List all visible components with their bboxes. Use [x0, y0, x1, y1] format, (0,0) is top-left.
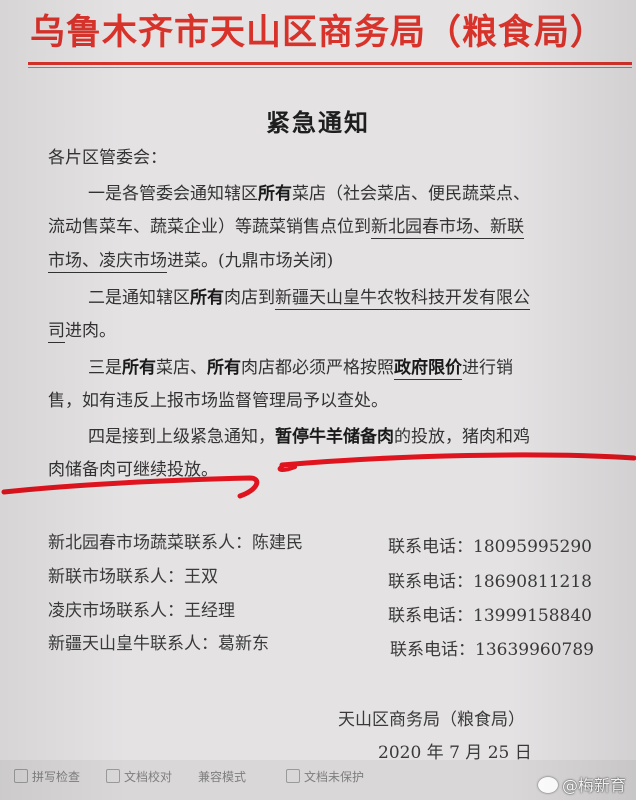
status-proofread[interactable]: 文档校对	[106, 768, 172, 785]
weibo-watermark: @梅新育	[537, 772, 626, 796]
contact-name-1: 新北园春市场蔬菜联系人：陈建民	[48, 533, 303, 553]
proofread-icon	[106, 769, 120, 783]
status-protection[interactable]: 文档未保护	[286, 768, 364, 785]
protection-icon	[286, 769, 300, 783]
contact-phone-1: 联系电话：18095995290	[388, 537, 592, 557]
signature-org: 天山区商务局（粮食局）	[338, 710, 525, 730]
contact-name-2: 新联市场联系人：王双	[48, 567, 218, 587]
contact-name-4: 新疆天山皇牛联系人：葛新东	[48, 634, 269, 654]
spellcheck-icon	[14, 769, 28, 783]
red-marker-stroke	[1, 452, 636, 499]
contact-phone-2: 联系电话：18690811218	[388, 572, 592, 592]
contact-name-3: 凌庆市场联系人：王经理	[48, 601, 235, 621]
contact-phone-4: 联系电话：13639960789	[390, 640, 594, 660]
weibo-logo-icon	[537, 777, 558, 793]
status-spellcheck[interactable]: 拼写检查	[14, 768, 80, 785]
status-compat-mode[interactable]: 兼容模式	[198, 768, 246, 785]
contact-phone-3: 联系电话：13999158840	[388, 606, 592, 626]
